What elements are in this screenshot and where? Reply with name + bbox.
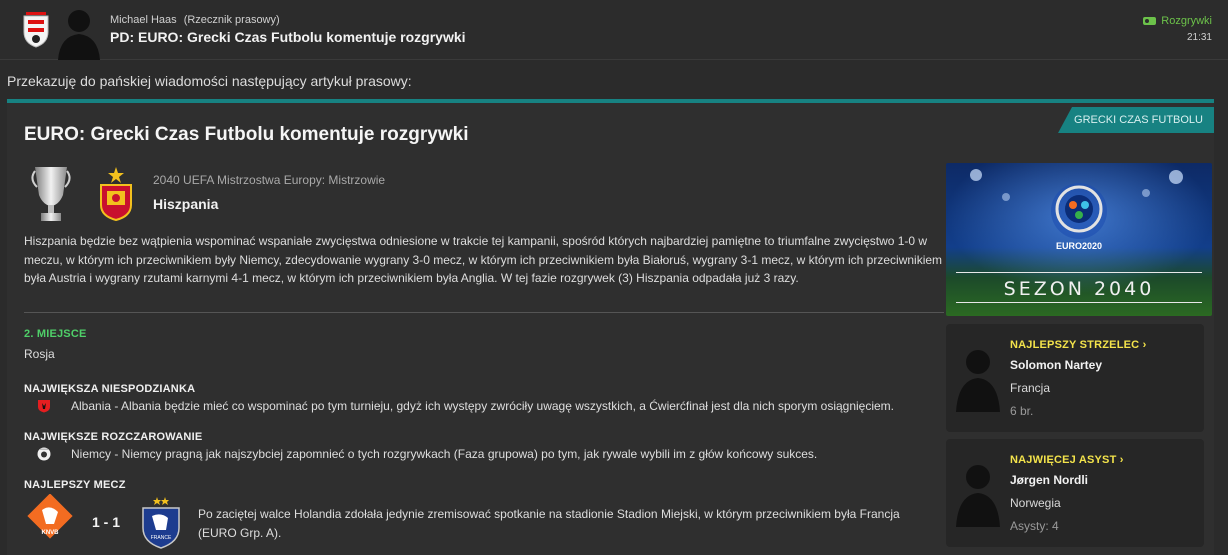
winner-team[interactable]: Hiszpania: [153, 196, 218, 212]
best-match-score[interactable]: 1 - 1: [92, 514, 120, 530]
season-banner: EURO2020 SEZON 2040: [946, 163, 1212, 316]
ticket-icon: [1143, 17, 1157, 25]
article-title: EURO: Grecki Czas Futbolu komentuje rozg…: [24, 124, 469, 145]
sender-name[interactable]: Michael Haas: [110, 14, 177, 26]
sender-role: (Rzecznik prasowy): [183, 14, 280, 26]
france-crest-text: FRANCE: [151, 535, 172, 541]
germany-flag-icon[interactable]: [37, 447, 51, 461]
disappointment-text: Niemcy - Niemcy pragną jak najszybciej z…: [71, 447, 818, 461]
player-silhouette-icon[interactable]: [952, 342, 1004, 412]
section-divider: [24, 312, 944, 313]
disappointment-label: NAJWIĘKSZE ROZCZAROWANIE: [24, 431, 203, 443]
message-subject: PD: EURO: Grecki Czas Futbolu komentuje …: [110, 29, 466, 45]
top-assists-header[interactable]: NAJWIĘCEJ ASYST ›: [1010, 454, 1124, 466]
intro-text: Przekazuję do pańskiej wiadomości następ…: [7, 73, 412, 89]
best-match-text: Po zaciętej walce Holandia zdołała jedyn…: [198, 507, 900, 540]
surprise-label: NAJWIĘKSZA NIESPODZIANKA: [24, 383, 196, 395]
top-scorer-goals: 6 br.: [1010, 404, 1034, 418]
top-scorer-header[interactable]: NAJLEPSZY STRZELEC ›: [1010, 339, 1146, 351]
surprise-text: Albania - Albania będzie mieć co wspomin…: [71, 399, 895, 413]
albania-flag-icon[interactable]: [37, 399, 51, 413]
chevron-right-icon: ›: [1142, 339, 1147, 351]
trophy-icon: [31, 167, 71, 221]
season-label: SEZON 2040: [1003, 278, 1155, 300]
netherlands-crest-icon[interactable]: KNVB: [24, 494, 76, 550]
euro-logo-text: EURO2020: [1056, 241, 1102, 251]
competition-name[interactable]: 2040 UEFA Mistrzostwa Europy: Mistrzowie: [153, 173, 385, 187]
top-assists-nation[interactable]: Norwegia: [1010, 496, 1061, 510]
france-crest-icon[interactable]: FRANCE: [138, 494, 184, 550]
top-assists-card: NAJWIĘCEJ ASYST › Jørgen Nordli Norwegia…: [946, 439, 1204, 547]
article-paragraph: Hiszpania będzie bez wątpienia wspominać…: [24, 234, 943, 285]
sender-line: Michael Haas (Rzecznik prasowy): [110, 14, 280, 26]
top-scorer-name[interactable]: Solomon Nartey: [1010, 358, 1102, 372]
austria-crest-icon[interactable]: [22, 12, 50, 48]
banner-line-top: [956, 272, 1202, 273]
second-place-team[interactable]: Rosja: [24, 347, 55, 361]
top-assists-count: Asysty: 4: [1010, 519, 1059, 533]
top-scorer-nation[interactable]: Francja: [1010, 381, 1050, 395]
banner-line-bottom: [956, 302, 1202, 303]
best-match-label: NAJLEPSZY MECZ: [24, 479, 126, 491]
top-scorer-label: NAJLEPSZY STRZELEC: [1010, 339, 1140, 351]
message-header: Michael Haas (Rzecznik prasowy) PD: EURO…: [0, 0, 1228, 60]
chevron-right-icon: ›: [1119, 454, 1124, 466]
top-assists-label: NAJWIĘCEJ ASYST: [1010, 454, 1117, 466]
sender-avatar[interactable]: [56, 4, 102, 60]
article-card: GRECKI CZAS FUTBOLU EURO: Grecki Czas Fu…: [7, 99, 1214, 555]
category-tag[interactable]: Rozgrywki: [1143, 15, 1212, 27]
category-tag-label: Rozgrywki: [1161, 15, 1212, 27]
spain-crest-icon[interactable]: [98, 165, 134, 221]
top-assists-name[interactable]: Jørgen Nordli: [1010, 473, 1088, 487]
message-time: 21:31: [1186, 32, 1212, 43]
source-badge[interactable]: GRECKI CZAS FUTBOLU: [1058, 107, 1214, 133]
player-silhouette-icon[interactable]: [952, 457, 1004, 527]
second-place-label: 2. MIEJSCE: [24, 328, 87, 340]
netherlands-crest-text: KNVB: [41, 530, 59, 536]
top-scorer-card: NAJLEPSZY STRZELEC › Solomon Nartey Fran…: [946, 324, 1204, 432]
